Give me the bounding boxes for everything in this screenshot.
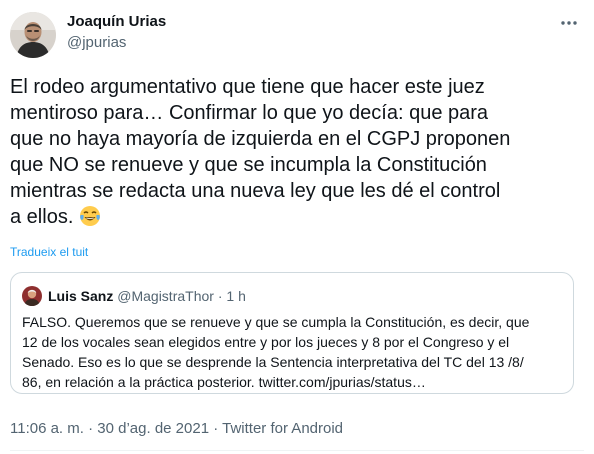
quoted-author-handle: @MagistraThor xyxy=(117,288,214,304)
translate-tweet-link[interactable]: Tradueix el tuit xyxy=(10,245,88,259)
tweet-time[interactable]: 11:06 a. m. xyxy=(10,420,84,437)
tweet-date[interactable]: 30 d’ag. de 2021 xyxy=(97,420,209,437)
footer-separator-2: · xyxy=(209,420,223,437)
author-avatar-image xyxy=(10,12,56,58)
quoted-author-avatar-image xyxy=(22,286,42,306)
footer-separator: · xyxy=(83,420,98,437)
quoted-author-name: Luis Sanz xyxy=(48,288,114,304)
quoted-tweet-header: Luis Sanz @MagistraThor · 1 h xyxy=(48,288,246,304)
divider xyxy=(10,450,584,451)
quoted-tweet-text: FALSO. Queremos que se renueve y que se … xyxy=(22,314,530,390)
quoted-meta-separator: · xyxy=(213,288,227,304)
tweet-text: El rodeo argumentativo que tiene que hac… xyxy=(10,74,590,230)
tweet-footer: 11:06 a. m. · 30 d’ag. de 2021 · Twitter… xyxy=(10,420,343,437)
tweet-source[interactable]: Twitter for Android xyxy=(222,420,343,437)
author-display-name[interactable]: Joaquín Urias xyxy=(67,13,166,30)
quoted-author-avatar xyxy=(22,286,42,306)
more-options-button[interactable] xyxy=(554,8,584,38)
tweet: Joaquín Urias @jpurias El rodeo argument… xyxy=(0,0,594,454)
author-handle[interactable]: @jpurias xyxy=(67,34,126,51)
more-icon xyxy=(561,21,577,25)
face-with-tears-of-joy-icon xyxy=(79,206,100,226)
quoted-tweet[interactable]: Luis Sanz @MagistraThor · 1 h FALSO. Que… xyxy=(10,272,574,394)
author-avatar[interactable] xyxy=(10,12,56,58)
quoted-time-ago: 1 h xyxy=(226,288,246,304)
